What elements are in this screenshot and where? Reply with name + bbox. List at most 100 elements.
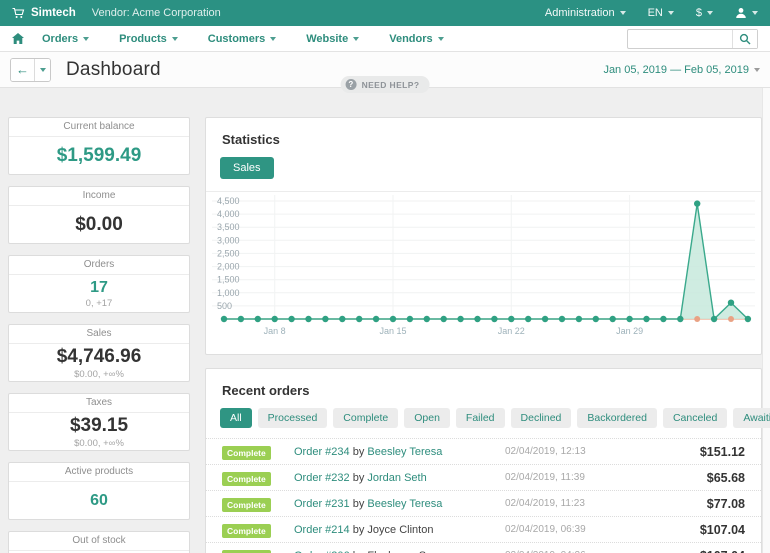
filter-tab-declined[interactable]: Declined (511, 408, 572, 428)
vendor-label: Vendor: Acme Corporation (92, 7, 221, 19)
date-range-picker[interactable]: Jan 05, 2019 — Feb 05, 2019 (603, 64, 760, 76)
order-link[interactable]: Order #214 (294, 524, 350, 536)
user-menu[interactable] (735, 7, 758, 19)
back-button-group: ← (10, 58, 51, 82)
nav-item-vendors[interactable]: Vendors (389, 33, 443, 45)
filter-tab-open[interactable]: Open (404, 408, 450, 428)
search-button[interactable] (732, 30, 757, 48)
status-badge-wrap: Complete (222, 521, 266, 539)
filter-tab-processed[interactable]: Processed (258, 408, 328, 428)
stat-card-orders: Orders170, +17 (8, 255, 190, 313)
filter-tab-awaiting-call[interactable]: Awaiting call (733, 408, 770, 428)
nav-item-orders[interactable]: Orders (42, 33, 89, 45)
menu-currency-label: $ (696, 7, 702, 19)
menu-currency[interactable]: $ (696, 7, 713, 19)
status-badge: Complete (222, 472, 271, 486)
filter-tab-complete[interactable]: Complete (333, 408, 398, 428)
home-button[interactable] (12, 33, 24, 44)
filter-tab-failed[interactable]: Failed (456, 408, 505, 428)
order-row[interactable]: CompleteOrder #232 by Jordan Seth02/04/2… (206, 464, 761, 490)
svg-text:2,000: 2,000 (217, 262, 240, 272)
stat-card-subvalue: $0.00, +∞% (74, 438, 124, 449)
stat-card-sales: Sales$4,746.96$0.00, +∞% (8, 324, 190, 382)
order-datetime: 02/04/2019, 12:13 (505, 446, 655, 457)
nav-item-products[interactable]: Products (119, 33, 178, 45)
order-row[interactable]: CompleteOrder #234 by Beesley Teresa02/0… (206, 438, 761, 464)
stat-card-body: $1,599.49 (9, 137, 189, 174)
order-filter-tabs: All ProcessedComplete Open Failed DeclinedBa… (206, 408, 761, 438)
order-link[interactable]: Order #206 (294, 550, 350, 553)
order-datetime: 02/04/2019, 11:39 (505, 472, 655, 483)
order-link[interactable]: Order #234 (294, 446, 350, 458)
need-help-button[interactable]: ? NEED HELP? (341, 76, 430, 93)
stat-card-label: Taxes (9, 394, 189, 413)
home-icon (12, 33, 24, 44)
back-button[interactable]: ← (11, 59, 34, 81)
svg-text:500: 500 (217, 301, 232, 311)
status-badge-wrap: Complete (222, 443, 266, 461)
by-label: by (353, 550, 365, 553)
order-row[interactable]: CompleteOrder #206 by Fleshman Sara02/04… (206, 542, 761, 553)
menu-language[interactable]: EN (648, 7, 674, 19)
stat-card-body: $0.00 (9, 206, 189, 243)
status-badge: Complete (222, 446, 271, 460)
search-input[interactable] (628, 30, 732, 48)
svg-text:1,500: 1,500 (217, 275, 240, 285)
order-link[interactable]: Order #231 (294, 498, 350, 510)
stat-card-active-products: Active products60 (8, 462, 190, 520)
filter-tab-canceled[interactable]: Canceled (663, 408, 727, 428)
customer-link[interactable]: Jordan Seth (367, 472, 426, 484)
filter-tab-backordered[interactable]: Backordered (577, 408, 657, 428)
back-dropdown[interactable] (34, 59, 50, 81)
customer-link[interactable]: Beesley Teresa (367, 498, 442, 510)
by-label: by (353, 446, 365, 458)
chevron-down-icon (83, 37, 89, 41)
stat-card-taxes: Taxes$39.15$0.00, +∞% (8, 393, 190, 451)
stat-card-income: Income$0.00 (8, 186, 190, 244)
recent-orders-title: Recent orders (206, 369, 761, 408)
nav-item-website[interactable]: Website (306, 33, 359, 45)
stat-card-body: $39.15$0.00, +∞% (9, 413, 189, 450)
customer-link[interactable]: Beesley Teresa (367, 446, 442, 458)
stat-card-label: Current balance (9, 118, 189, 137)
page-title: Dashboard (66, 59, 161, 81)
top-bar: Simtech Vendor: Acme Corporation Adminis… (0, 0, 770, 26)
question-icon: ? (346, 79, 357, 90)
order-row[interactable]: CompleteOrder #231 by Beesley Teresa02/0… (206, 490, 761, 516)
order-row[interactable]: CompleteOrder #214 by Joyce Clinton02/04… (206, 516, 761, 542)
menu-administration[interactable]: Administration (545, 7, 626, 19)
order-link[interactable]: Order #232 (294, 472, 350, 484)
admin-dashboard: Simtech Vendor: Acme Corporation Adminis… (0, 0, 770, 553)
order-total: $77.08 (655, 497, 745, 511)
order-cell: Order #214 by Joyce Clinton (266, 524, 505, 536)
stat-card-body: 170, +17 (9, 275, 189, 312)
nav-item-label: Vendors (389, 33, 432, 45)
stat-card-subvalue: 0, +17 (86, 298, 113, 309)
sales-tab[interactable]: Sales (220, 157, 274, 179)
svg-text:3,000: 3,000 (217, 235, 240, 245)
order-cell: Order #234 by Beesley Teresa (266, 446, 505, 458)
stat-card-value: $4,746.96 (57, 346, 142, 368)
scrollbar-track[interactable] (762, 88, 770, 553)
customer-label: Fleshman Sara (367, 550, 442, 553)
chevron-down-icon (668, 11, 674, 15)
svg-text:1,000: 1,000 (217, 288, 240, 298)
filter-tab-all[interactable]: All (220, 408, 252, 428)
order-total: $107.04 (655, 549, 745, 553)
stat-card-body: 60 (9, 482, 189, 519)
stat-card-label: Orders (9, 256, 189, 275)
svg-text:Jan 15: Jan 15 (379, 326, 406, 336)
recent-orders-panel: Recent orders AllProcessedCompleteOpenFa… (205, 368, 762, 553)
status-badge-wrap: Complete (222, 547, 266, 553)
svg-text:Jan 29: Jan 29 (616, 326, 643, 336)
stat-card-label: Sales (9, 325, 189, 344)
stat-card-label: Active products (9, 463, 189, 482)
svg-text:2,500: 2,500 (217, 248, 240, 258)
nav-item-customers[interactable]: Customers (208, 33, 276, 45)
brand[interactable]: Simtech (12, 7, 76, 19)
svg-text:4,000: 4,000 (217, 209, 240, 219)
menu-language-label: EN (648, 7, 663, 19)
stat-card-value: $39.15 (70, 415, 128, 437)
stat-card-value: $1,599.49 (57, 145, 142, 167)
stat-card-value: 17 (90, 279, 108, 297)
